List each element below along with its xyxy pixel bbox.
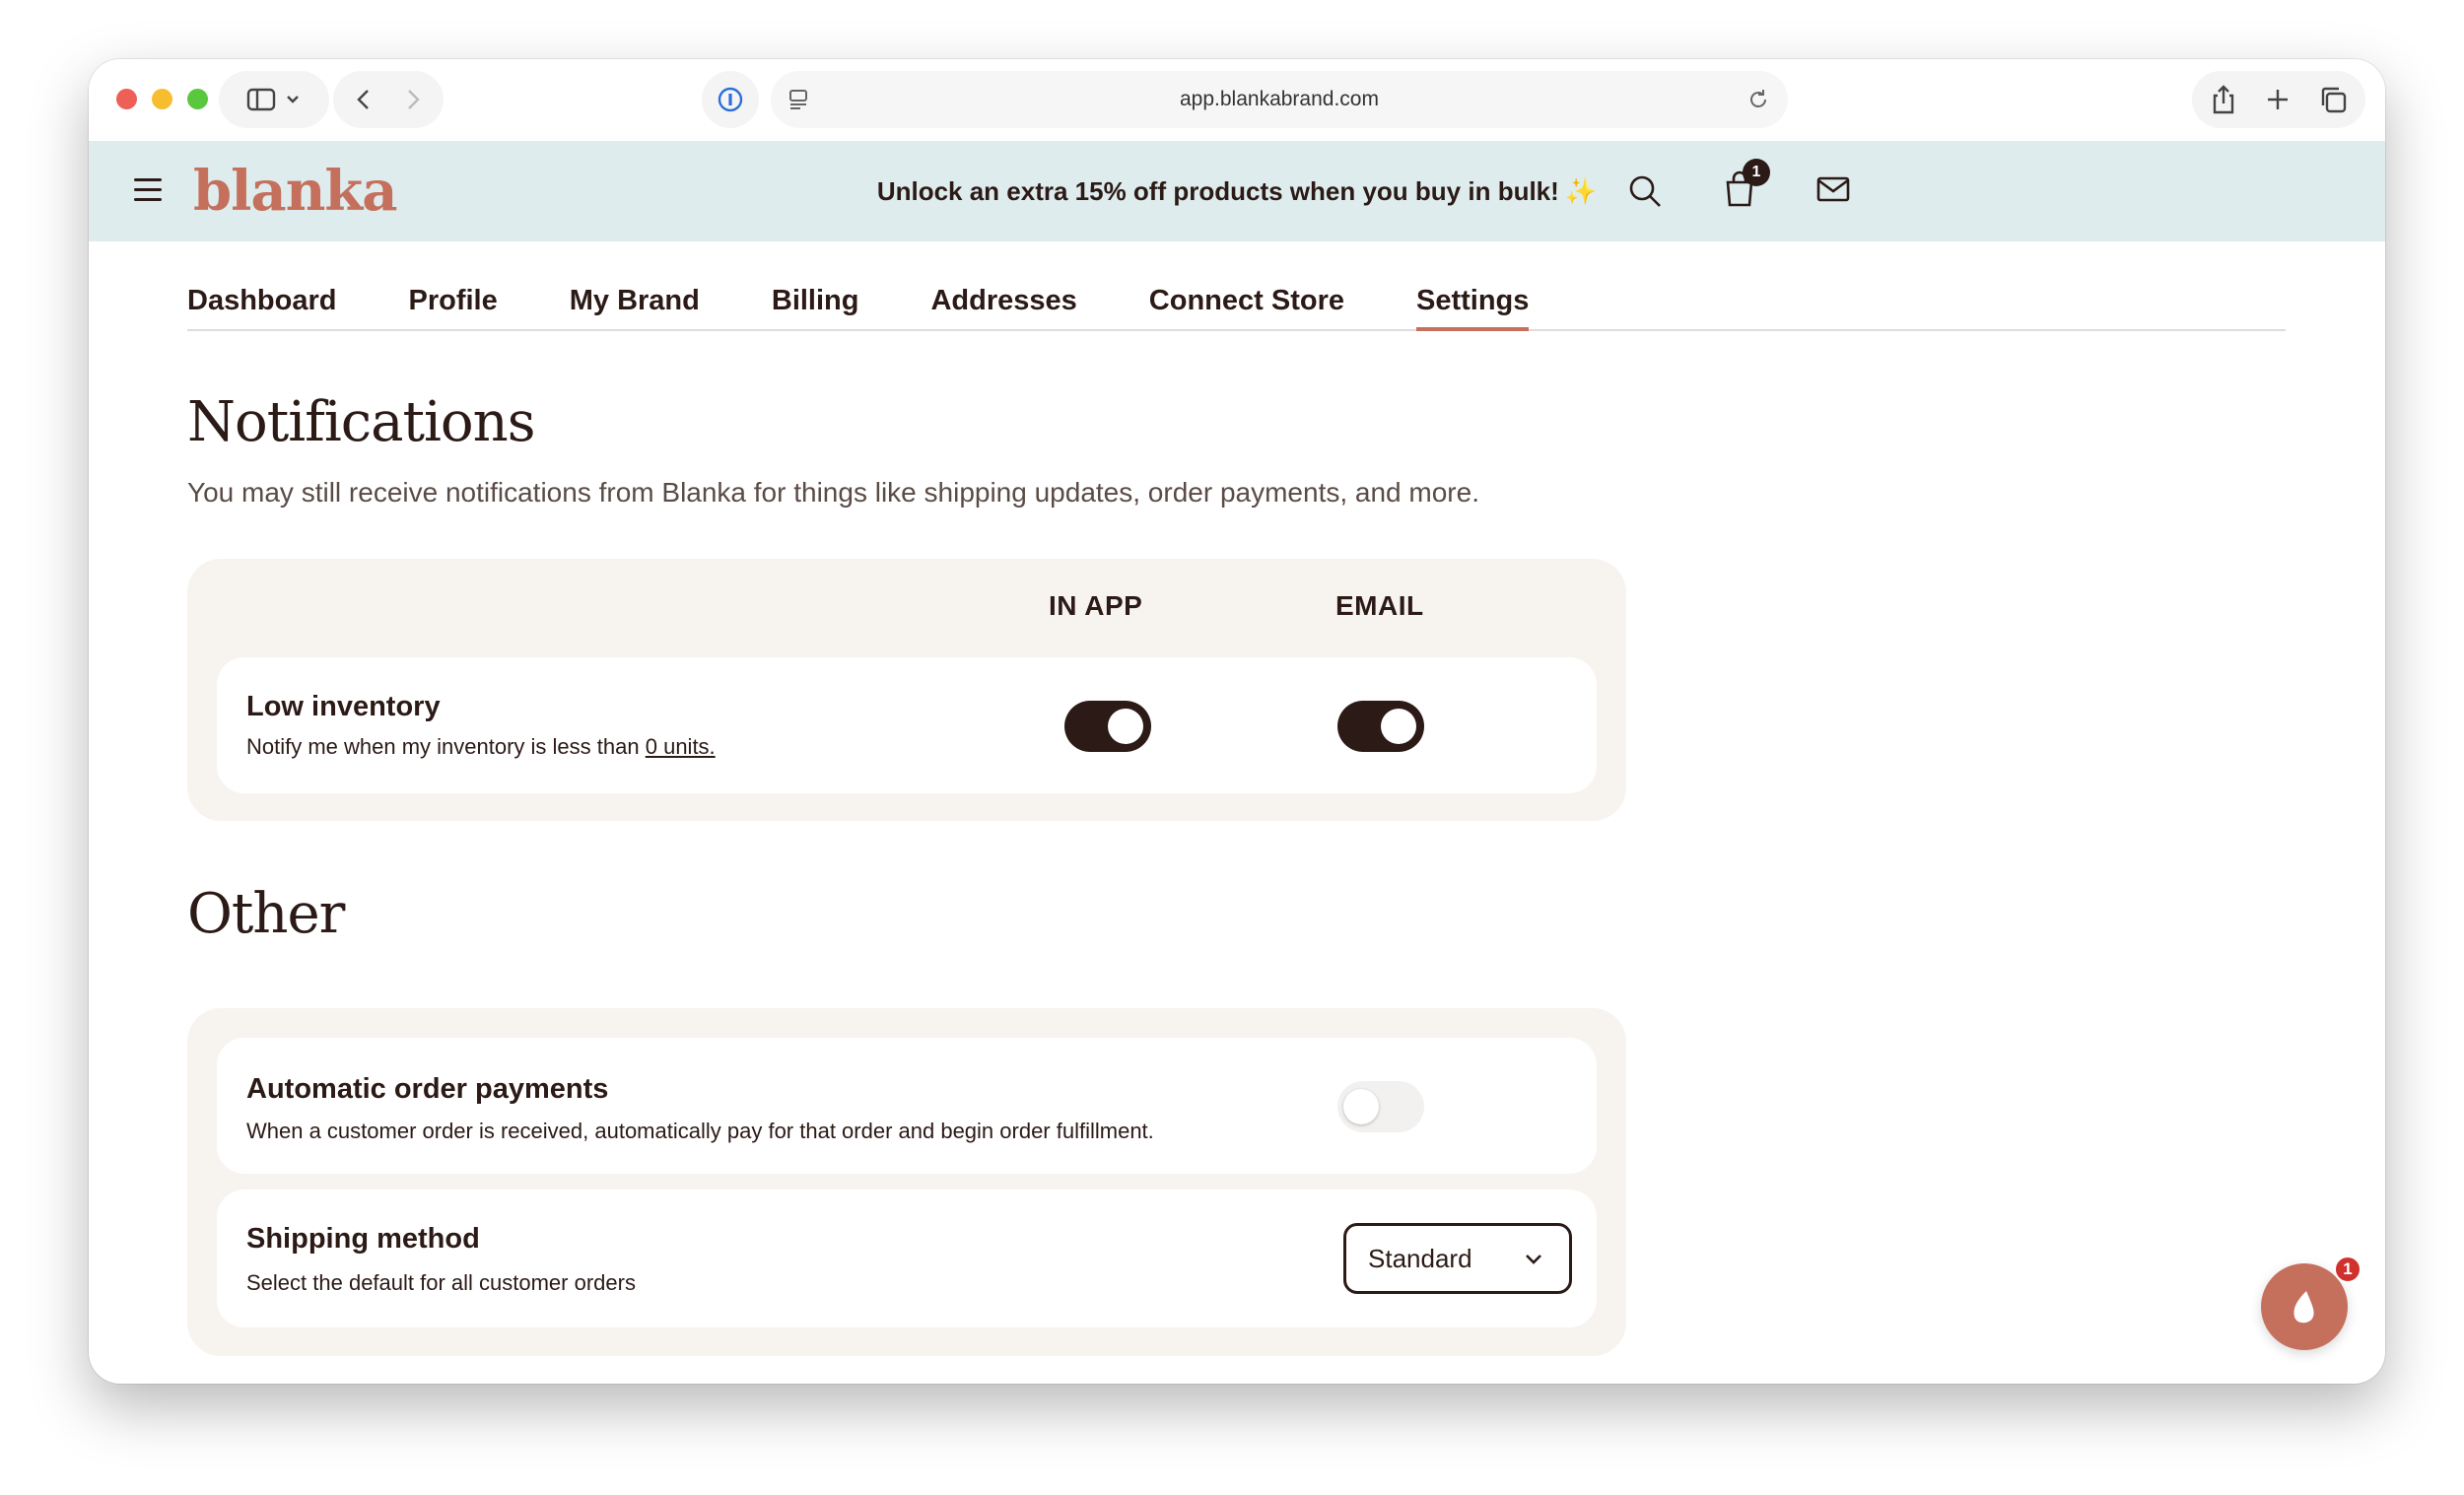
promo-banner[interactable]: Unlock an extra 15% off products when yo… <box>89 141 2385 241</box>
forward-icon[interactable] <box>401 87 425 112</box>
automatic-payments-row: Automatic order payments When a customer… <box>217 1038 1597 1174</box>
password-manager-button[interactable] <box>702 71 759 128</box>
browser-window: app.blankabrand.com blanka Unlock an ext… <box>89 59 2385 1384</box>
sparkle-icon: ✨ <box>1564 176 1598 206</box>
password-manager-icon <box>718 87 743 112</box>
drop-logo-icon <box>2293 1291 2314 1324</box>
window-controls <box>116 89 208 109</box>
search-icon[interactable] <box>1626 172 1664 215</box>
low-inventory-in-app-toggle[interactable] <box>1064 701 1151 752</box>
share-icon[interactable] <box>2210 84 2237 115</box>
sidebar-toggle-button[interactable] <box>219 71 329 128</box>
automatic-payments-toggle[interactable] <box>1337 1081 1424 1132</box>
tab-dashboard[interactable]: Dashboard <box>187 285 336 329</box>
reload-icon[interactable] <box>1746 88 1770 111</box>
inventory-threshold-link[interactable]: 0 units. <box>646 734 716 759</box>
tab-my-brand[interactable]: My Brand <box>570 285 700 329</box>
promo-text: Unlock an extra 15% off products when yo… <box>876 176 1559 206</box>
address-bar[interactable]: app.blankabrand.com <box>771 71 1788 128</box>
promo-header: blanka Unlock an extra 15% off products … <box>89 141 2385 241</box>
low-inventory-description: Notify me when my inventory is less than… <box>246 734 716 760</box>
shipping-method-title: Shipping method <box>246 1223 480 1255</box>
low-inventory-title: Low inventory <box>246 691 441 722</box>
other-heading: Other <box>187 882 345 946</box>
minimize-window-button[interactable] <box>152 89 172 109</box>
tab-overview-icon[interactable] <box>2318 85 2348 114</box>
shipping-method-description: Select the default for all customer orde… <box>246 1270 636 1295</box>
cart-button[interactable]: 1 <box>1723 159 1770 213</box>
notifications-heading: Notifications <box>187 390 535 454</box>
other-settings-panel: Automatic order payments When a customer… <box>187 1008 1626 1356</box>
in-app-column-header: IN APP <box>1049 590 1143 621</box>
low-inventory-email-toggle[interactable] <box>1337 701 1424 752</box>
cart-count-badge: 1 <box>1743 159 1770 186</box>
browser-toolbar: app.blankabrand.com <box>89 59 2385 141</box>
automatic-payments-description: When a customer order is received, autom… <box>246 1119 1154 1143</box>
shipping-method-select[interactable]: Standard <box>1343 1223 1572 1294</box>
chat-unread-badge: 1 <box>2334 1256 2361 1283</box>
history-nav <box>333 71 444 128</box>
tab-connect-store[interactable]: Connect Store <box>1149 285 1344 329</box>
back-icon[interactable] <box>352 87 376 112</box>
automatic-payments-title: Automatic order payments <box>246 1073 609 1105</box>
mail-icon[interactable] <box>1815 174 1851 209</box>
tab-billing[interactable]: Billing <box>772 285 859 329</box>
site-settings-icon[interactable] <box>787 88 810 111</box>
tab-addresses[interactable]: Addresses <box>930 285 1076 329</box>
shipping-method-row: Shipping method Select the default for a… <box>217 1189 1597 1327</box>
window-actions <box>2192 71 2365 128</box>
low-inventory-row: Low inventory Notify me when my inventor… <box>217 657 1597 793</box>
close-window-button[interactable] <box>116 89 137 109</box>
low-inventory-desc-text: Notify me when my inventory is less than <box>246 734 640 759</box>
sidebar-icon <box>246 88 299 111</box>
chevron-down-icon <box>1526 1255 1541 1264</box>
maximize-window-button[interactable] <box>187 89 208 109</box>
notifications-panel: IN APP EMAIL Low inventory Notify me whe… <box>187 559 1626 821</box>
tab-profile[interactable]: Profile <box>408 285 497 329</box>
notifications-subtitle: You may still receive notifications from… <box>187 477 1479 508</box>
shipping-method-value: Standard <box>1368 1243 1472 1273</box>
chat-launcher-button[interactable] <box>2261 1263 2348 1350</box>
email-column-header: EMAIL <box>1335 590 1424 621</box>
url-text: app.blankabrand.com <box>1180 88 1379 110</box>
tab-settings[interactable]: Settings <box>1415 285 1530 331</box>
account-tabs: Dashboard Profile My Brand Billing Addre… <box>187 241 2286 331</box>
new-tab-icon[interactable] <box>2265 87 2291 112</box>
